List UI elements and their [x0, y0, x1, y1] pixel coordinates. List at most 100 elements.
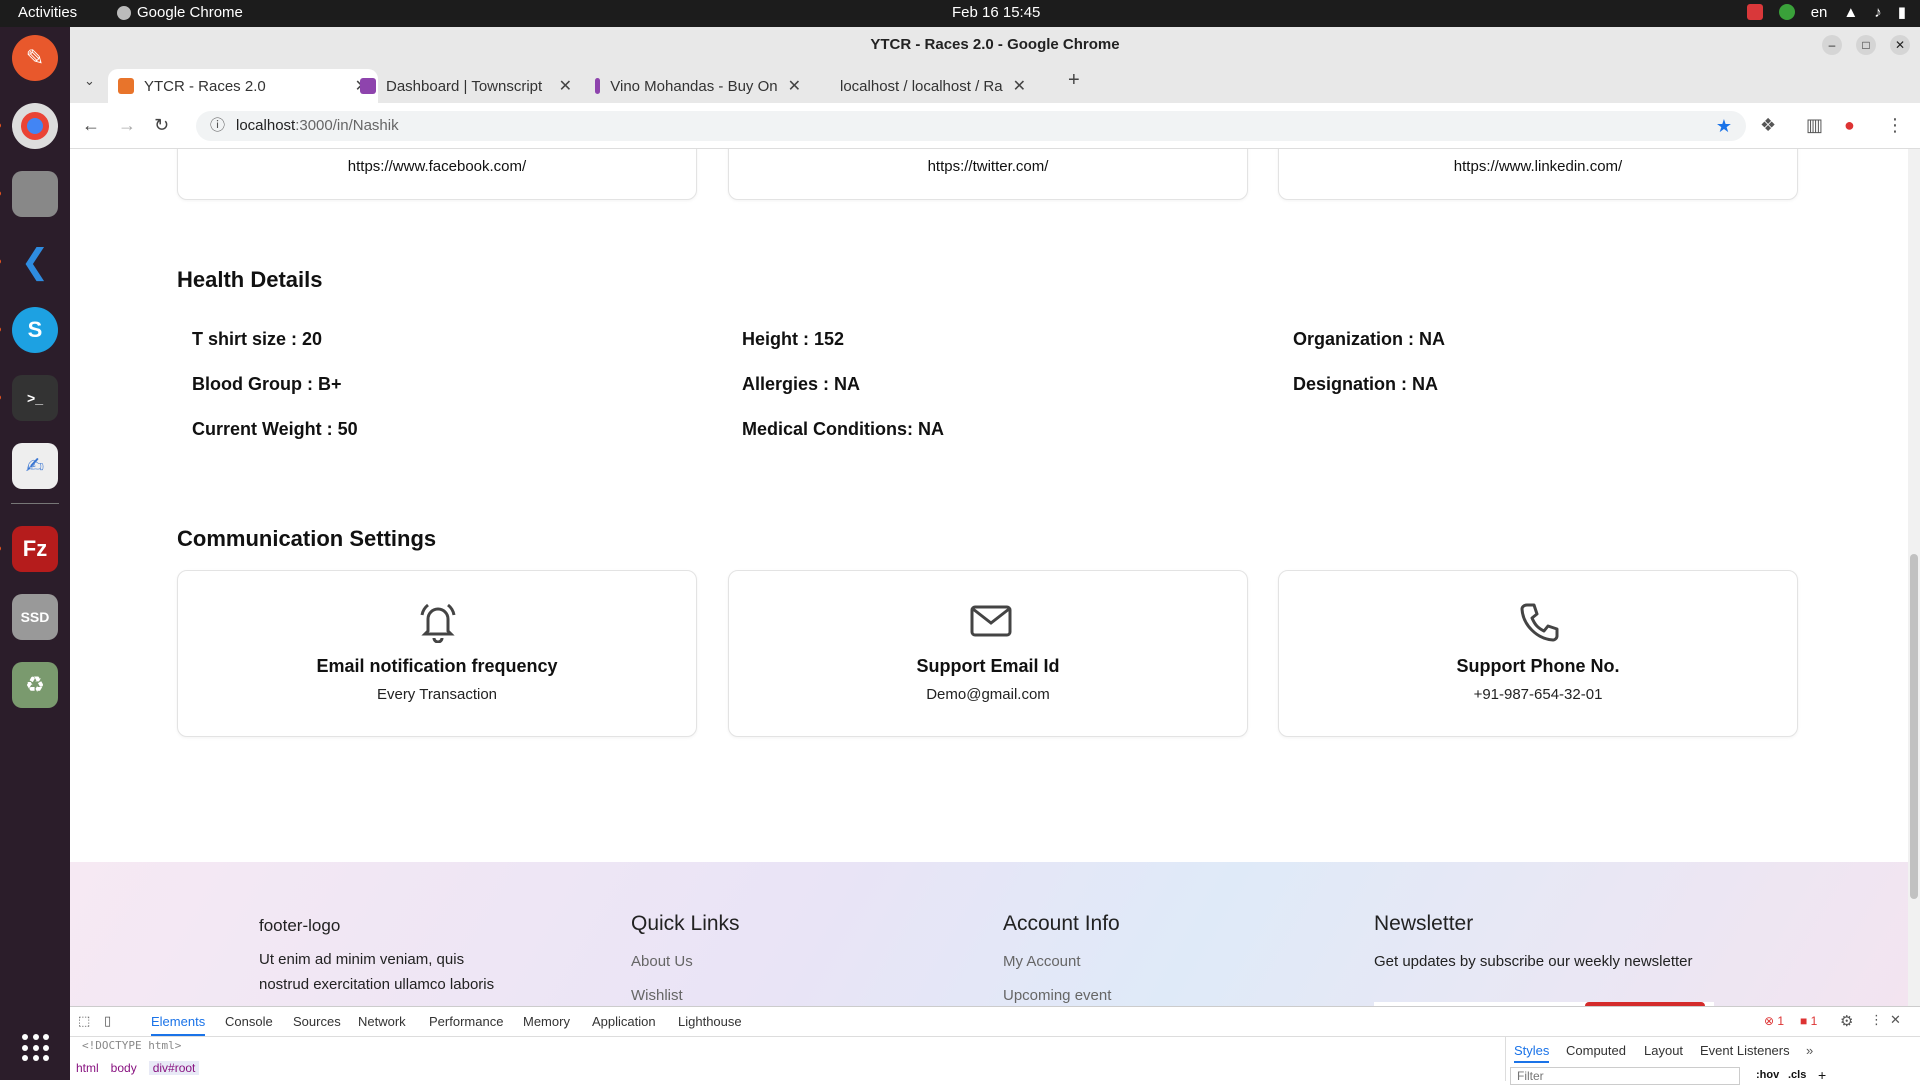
- close-tab-icon[interactable]: ✕: [559, 76, 572, 96]
- close-window-icon[interactable]: ✕: [1890, 35, 1910, 55]
- wifi-icon[interactable]: ▲: [1843, 4, 1858, 21]
- crumb-html[interactable]: html: [76, 1061, 99, 1075]
- tab-search-icon[interactable]: ⌄: [84, 73, 95, 89]
- devtools-tab-console[interactable]: Console: [225, 1014, 273, 1029]
- devtools-tab-memory[interactable]: Memory: [523, 1014, 570, 1029]
- mail-icon: [970, 605, 1012, 637]
- crumb-div-root[interactable]: div#root: [148, 1061, 200, 1075]
- close-devtools-icon[interactable]: ✕: [1890, 1012, 1901, 1028]
- dock-vscode-icon[interactable]: ❮: [0, 239, 58, 285]
- card-title: Email notification frequency: [316, 656, 558, 676]
- footer-link-upcoming-event[interactable]: Upcoming event: [1003, 987, 1111, 1004]
- devtools-tab-lighthouse[interactable]: Lighthouse: [678, 1014, 742, 1029]
- doctype-line[interactable]: <!DOCTYPE html>: [82, 1039, 181, 1052]
- close-tab-icon[interactable]: ✕: [1013, 76, 1026, 96]
- chrome-menu-icon[interactable]: ⋮: [1886, 115, 1904, 136]
- devtools-tab-sources[interactable]: Sources: [293, 1014, 341, 1029]
- cls-toggle[interactable]: .cls: [1788, 1069, 1806, 1081]
- forward-icon[interactable]: →: [118, 115, 136, 136]
- side-tab-styles[interactable]: Styles: [1514, 1043, 1550, 1063]
- blood-group: Blood Group : B+: [192, 374, 342, 394]
- maximize-icon[interactable]: □: [1856, 35, 1876, 55]
- tab-townscript[interactable]: Dashboard | Townscript ✕: [350, 69, 582, 103]
- footer-link-about-us[interactable]: About Us: [631, 953, 693, 970]
- new-tab-icon[interactable]: +: [1068, 69, 1080, 92]
- minimize-icon[interactable]: –: [1822, 35, 1842, 55]
- page-scrollbar[interactable]: [1908, 149, 1920, 1006]
- site-info-icon[interactable]: ⓘ: [210, 111, 225, 141]
- close-tab-icon[interactable]: ✕: [788, 76, 801, 96]
- side-tab-layout[interactable]: Layout: [1644, 1043, 1683, 1058]
- dock-ssd-icon[interactable]: SSD: [12, 594, 58, 640]
- dock-files-icon[interactable]: [0, 171, 58, 217]
- dock-terminal-icon[interactable]: >_: [0, 375, 58, 421]
- window-title: YTCR - Races 2.0 - Google Chrome: [870, 36, 1120, 53]
- tab-ytcr[interactable]: YTCR - Races 2.0 ✕: [108, 69, 378, 103]
- volume-icon[interactable]: ♪: [1874, 4, 1882, 21]
- settings-gear-icon[interactable]: ⚙: [1840, 1012, 1853, 1030]
- app-menu[interactable]: Google Chrome: [117, 4, 243, 21]
- tab-localhost[interactable]: localhost / localhost / Ra ✕: [820, 69, 1036, 103]
- hov-toggle[interactable]: :hov: [1756, 1069, 1779, 1081]
- page-content: https://www.facebook.com/ https://twitte…: [70, 149, 1908, 1006]
- linkedin-url[interactable]: https://www.linkedin.com/: [1454, 158, 1622, 175]
- scrollbar-thumb[interactable]: [1910, 554, 1918, 899]
- show-apps-icon[interactable]: [22, 1034, 50, 1062]
- dock-skype-icon[interactable]: S: [0, 307, 58, 353]
- dock-inkscape-icon[interactable]: ✎: [12, 35, 58, 81]
- bell-icon: [420, 603, 456, 643]
- devtools-tab-elements[interactable]: Elements: [151, 1014, 206, 1036]
- extensions-icon[interactable]: ❖: [1760, 115, 1776, 136]
- device-toolbar-icon[interactable]: ▯: [104, 1013, 111, 1029]
- quick-links-title: Quick Links: [631, 912, 740, 935]
- twitter-url[interactable]: https://twitter.com/: [928, 158, 1049, 175]
- footer-link-wishlist[interactable]: Wishlist: [631, 987, 683, 1004]
- devtools-tab-performance[interactable]: Performance: [429, 1014, 503, 1029]
- dock-chrome-icon[interactable]: [0, 103, 58, 149]
- devtools-menu-icon[interactable]: ⋮: [1870, 1012, 1883, 1028]
- inspect-element-icon[interactable]: ⬚: [78, 1013, 90, 1029]
- footer-logo[interactable]: footer-logo: [259, 913, 340, 938]
- twitter-card: https://twitter.com/: [728, 149, 1248, 200]
- dock-filezilla-icon[interactable]: Fz: [0, 526, 58, 572]
- footer-link-my-account[interactable]: My Account: [1003, 953, 1081, 970]
- window-controls: – □ ✕: [1822, 35, 1910, 55]
- battery-icon[interactable]: ▮: [1898, 3, 1906, 21]
- tshirt-size: T shirt size : 20: [192, 329, 323, 349]
- issue-count[interactable]: ■ 1: [1800, 1014, 1817, 1028]
- system-tray[interactable]: en ▲ ♪ ▮: [1746, 3, 1906, 21]
- record-indicator-icon[interactable]: [1746, 4, 1763, 20]
- facebook-url[interactable]: https://www.facebook.com/: [348, 158, 526, 175]
- tab-label: Vino Mohandas - Buy On: [610, 77, 778, 95]
- url-field[interactable]: ⓘ localhost:3000/in/Nashik ★: [196, 111, 1746, 141]
- side-panel-icon[interactable]: ▥: [1806, 115, 1823, 136]
- tab-vino[interactable]: Vino Mohandas - Buy On ✕: [585, 69, 811, 103]
- more-tabs-icon[interactable]: »: [1806, 1043, 1813, 1058]
- new-style-rule-icon[interactable]: +: [1818, 1067, 1826, 1083]
- window-title-bar: YTCR - Races 2.0 - Google Chrome – □ ✕: [70, 27, 1920, 63]
- crumb-body[interactable]: body: [111, 1061, 137, 1075]
- styles-filter-input[interactable]: [1510, 1067, 1740, 1085]
- clock[interactable]: Feb 16 15:45: [952, 4, 1040, 21]
- devtools-panel: ⬚ ▯ Elements Console Sources Network Per…: [70, 1006, 1920, 1085]
- error-count[interactable]: ⊗ 1: [1764, 1014, 1784, 1028]
- footer-about-line-2: nostrud exercitation ullamco laboris: [259, 976, 495, 993]
- language-indicator[interactable]: en: [1811, 4, 1828, 21]
- devtools-tab-network[interactable]: Network: [358, 1014, 406, 1029]
- facebook-card: https://www.facebook.com/: [177, 149, 697, 200]
- dock-trash-icon[interactable]: ♻: [12, 662, 58, 708]
- back-icon[interactable]: ←: [82, 115, 100, 136]
- dock-text-editor-icon[interactable]: ✍: [12, 443, 58, 489]
- activities-button[interactable]: Activities: [18, 4, 77, 21]
- dom-breadcrumb: html body div#root: [76, 1061, 200, 1075]
- side-tab-computed[interactable]: Computed: [1566, 1043, 1626, 1058]
- address-bar-row: ← → ↻ ⓘ localhost:3000/in/Nashik ★ ❖ ▥ ●…: [70, 103, 1920, 149]
- reload-icon[interactable]: ↻: [154, 115, 169, 136]
- newsletter-text: Get updates by subscribe our weekly news…: [1374, 953, 1693, 970]
- os-top-bar: Activities Google Chrome Feb 16 15:45 en…: [0, 0, 1920, 27]
- side-tab-event-listeners[interactable]: Event Listeners: [1700, 1043, 1790, 1058]
- devtools-tab-application[interactable]: Application: [592, 1014, 656, 1029]
- profile-avatar-icon[interactable]: ●: [1844, 115, 1855, 136]
- status-check-icon[interactable]: [1778, 4, 1795, 20]
- bookmark-star-icon[interactable]: ★: [1716, 111, 1732, 141]
